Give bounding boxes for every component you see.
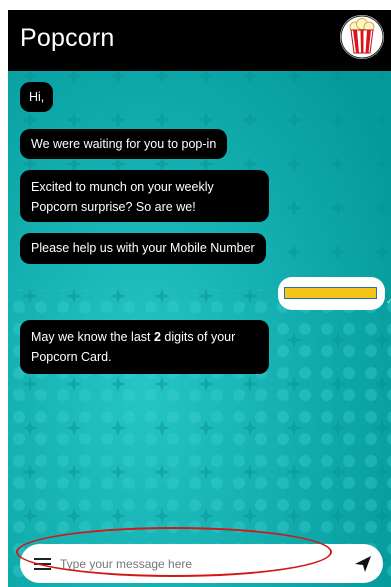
- message-text: We were waiting for you to pop-in: [31, 137, 217, 151]
- message-composer: [20, 544, 383, 583]
- send-icon: [355, 556, 371, 572]
- masked-mobile-number: [284, 287, 377, 299]
- message-input[interactable]: [60, 554, 320, 574]
- chat-header: Popcorn: [8, 10, 391, 71]
- bot-message: Please help us with your Mobile Number: [20, 233, 266, 264]
- bot-message: Excited to munch on your weekly Popcorn …: [20, 170, 269, 222]
- hamburger-menu-icon[interactable]: [34, 558, 51, 570]
- message-text: Please help us with your Mobile Number: [31, 241, 255, 255]
- send-button[interactable]: [353, 554, 373, 574]
- message-text: Excited to munch on your weekly Popcorn …: [31, 180, 214, 214]
- message-text: May we know the last: [31, 330, 154, 344]
- message-text: Hi,: [29, 90, 45, 104]
- bot-message: May we know the last 2 digits of your Po…: [20, 320, 269, 374]
- user-message: [278, 277, 385, 310]
- bot-message: We were waiting for you to pop-in: [20, 129, 228, 159]
- app-title: Popcorn: [20, 24, 115, 52]
- bot-message: Hi,: [20, 82, 54, 112]
- message-emphasis: 2: [153, 330, 161, 344]
- delivered-check-icon: ✓: [386, 296, 391, 306]
- popcorn-bucket-icon: [340, 15, 384, 59]
- chat-window: Popcorn Hi, We were waiting for you to p…: [8, 10, 391, 587]
